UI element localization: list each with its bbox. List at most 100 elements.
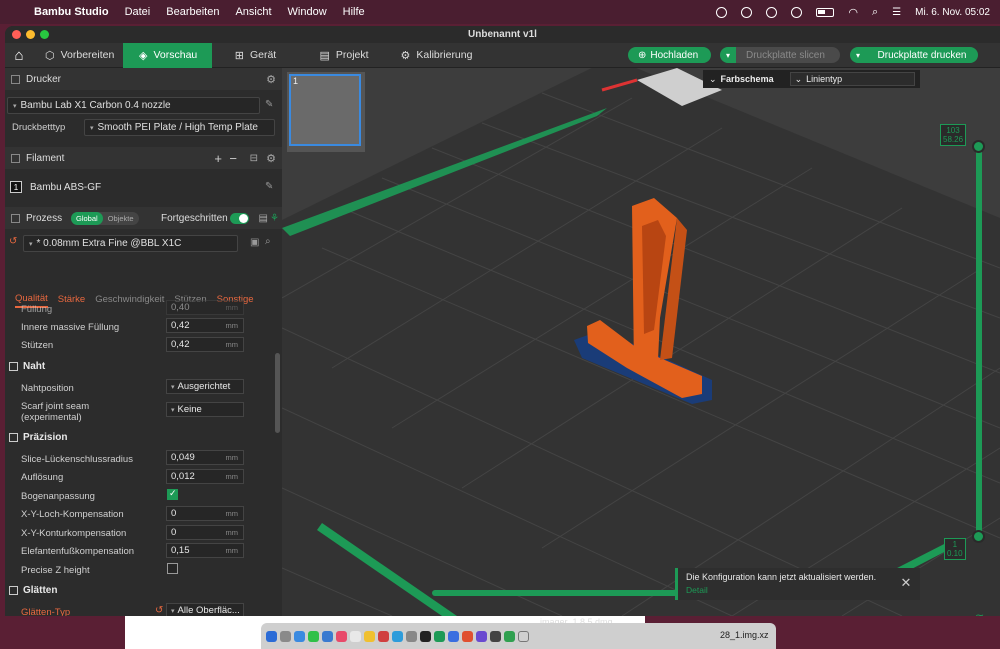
gear-icon[interactable]: ⚙ — [266, 152, 276, 165]
precise-z-checkbox[interactable] — [167, 563, 178, 574]
notification-detail-link[interactable]: Detail — [686, 585, 912, 595]
plate-thumbnail[interactable]: 1 — [287, 72, 365, 152]
search-icon[interactable]: ⌕ — [872, 6, 878, 19]
bambu-studio-icon[interactable] — [434, 630, 445, 642]
remove-filament-icon[interactable]: − — [229, 151, 237, 166]
ironing-type-select[interactable]: ▾ Alle Oberfläc... — [166, 603, 244, 616]
tab-calibration[interactable]: ⚙ Kalibrierung — [389, 43, 484, 68]
settings-tree-icon[interactable]: ⚘ — [270, 213, 279, 224]
calendar-icon[interactable] — [350, 630, 361, 642]
finder-icon[interactable] — [266, 630, 277, 642]
param-value-field[interactable]: 0,40 mm — [166, 300, 244, 315]
bed-type-select[interactable]: ▾ Smooth PEI Plate / High Temp Plate — [84, 119, 275, 136]
print-plate-button[interactable]: Druckplatte drucken — [866, 47, 978, 63]
global-objects-toggle[interactable]: Global Objekte — [71, 212, 139, 225]
slice-dropdown-button[interactable]: ▾ — [720, 47, 736, 63]
build-plate-scene — [282, 68, 1000, 616]
supports-field[interactable]: 0,42 mm — [166, 337, 244, 352]
app-icon[interactable] — [462, 630, 473, 642]
compass-icon[interactable] — [766, 6, 778, 18]
scarf-joint-select[interactable]: ▾ Keine — [166, 402, 244, 417]
app-icon[interactable] — [476, 630, 487, 642]
supports-label: Stützen — [21, 340, 54, 351]
music-icon[interactable] — [378, 630, 389, 642]
color-scheme-select[interactable]: ⌄ Linientyp — [789, 72, 915, 86]
slice-plate-button[interactable]: Druckplatte slicen — [736, 47, 840, 63]
notification-icon[interactable] — [741, 6, 753, 18]
terminal-icon[interactable] — [420, 630, 431, 642]
reset-icon[interactable]: ↺ — [9, 236, 17, 247]
vscode-icon[interactable] — [448, 630, 459, 642]
menu-edit[interactable]: Bearbeiten — [166, 6, 219, 18]
tab-strength[interactable]: Stärke — [58, 290, 85, 308]
objects-toggle-option[interactable]: Objekte — [103, 214, 139, 223]
chevron-down-icon[interactable]: ⌄ — [709, 74, 717, 85]
settings-icon[interactable] — [406, 630, 417, 642]
menu-window[interactable]: Window — [288, 6, 327, 18]
file-icon[interactable] — [518, 630, 529, 642]
tab-speed[interactable]: Geschwindigkeit — [95, 290, 164, 308]
layer-top-handle[interactable] — [972, 140, 985, 153]
layers-icon[interactable]: ≋ — [975, 611, 987, 616]
xy-contour-field[interactable]: 0 mm — [166, 525, 244, 540]
menu-help[interactable]: Hilfe — [343, 6, 365, 18]
elephant-foot-field[interactable]: 0,15 mm — [166, 543, 244, 558]
sidebar-scrollbar[interactable] — [275, 353, 280, 433]
upload-button[interactable]: ⊕ Hochladen — [628, 47, 711, 63]
gear-icon[interactable]: ⚙ — [266, 73, 276, 86]
home-icon[interactable]: ⌂ — [5, 43, 33, 68]
menu-file[interactable]: Datei — [125, 6, 151, 18]
close-window-button[interactable] — [12, 30, 21, 39]
launchpad-icon[interactable] — [280, 630, 291, 642]
add-filament-icon[interactable]: + — [214, 151, 222, 166]
status-icon[interactable] — [716, 6, 728, 18]
xy-hole-field[interactable]: 0 mm — [166, 506, 244, 521]
inner-solid-field[interactable]: 0,42 mm — [166, 318, 244, 333]
notes-icon[interactable] — [364, 630, 375, 642]
tab-prepare[interactable]: ⬡ Vorbereiten — [33, 43, 123, 68]
advanced-switch[interactable] — [230, 213, 249, 224]
resolution-field[interactable]: 0,012 mm — [166, 469, 244, 484]
seam-position-select[interactable]: ▾ Ausgerichtet — [166, 379, 244, 394]
close-icon[interactable]: ✕ — [898, 575, 914, 591]
zoom-window-button[interactable] — [40, 30, 49, 39]
tab-preview[interactable]: ◈ Vorschau — [123, 42, 212, 68]
process-profile-select[interactable]: ▾ * 0.08mm Extra Fine @BBL X1C — [23, 235, 238, 252]
printer-select[interactable]: ▾ Bambu Lab X1 Carbon 0.4 nozzle — [7, 97, 260, 114]
tab-device[interactable]: ⊞ Gerät — [212, 43, 299, 68]
photos-icon[interactable] — [336, 630, 347, 642]
battery-icon[interactable] — [816, 7, 835, 17]
edit-icon[interactable]: ✎ — [265, 99, 273, 110]
sync-icon[interactable]: ⊟ — [250, 153, 258, 164]
filament-select[interactable]: Bambu ABS-GF — [25, 179, 262, 196]
control-center-icon[interactable]: ☰ — [892, 7, 901, 18]
save-icon[interactable]: ▣ — [250, 237, 259, 248]
messages-icon[interactable] — [308, 630, 319, 642]
minimize-window-button[interactable] — [26, 30, 35, 39]
arc-fitting-checkbox[interactable] — [167, 488, 178, 500]
print-dropdown-button[interactable]: ▾ — [850, 47, 866, 63]
mail-icon[interactable] — [322, 630, 333, 642]
edit-icon[interactable]: ✎ — [265, 181, 273, 192]
safari-icon[interactable] — [294, 630, 305, 642]
slice-gap-field[interactable]: 0,049 mm — [166, 450, 244, 465]
3d-preview-viewport[interactable]: 1 ⌄ Farbschema ⌄ Linientyp 103 58.26 1 0… — [282, 68, 1000, 616]
search-icon[interactable]: ⌕ — [265, 236, 271, 247]
layer-bottom-handle[interactable] — [972, 530, 985, 543]
printer-section-header[interactable]: Drucker ⚙ — [5, 68, 282, 90]
plate-thumbnail-frame[interactable] — [289, 74, 361, 146]
wifi-icon[interactable]: ◠ — [848, 6, 858, 19]
clock[interactable]: Mi. 6. Nov. 05:02 — [915, 7, 990, 18]
play-icon[interactable] — [791, 6, 803, 18]
app-icon[interactable] — [504, 630, 515, 642]
global-toggle-option[interactable]: Global — [71, 212, 103, 225]
app-store-icon[interactable] — [392, 630, 403, 642]
app-menu[interactable]: Bambu Studio — [34, 6, 109, 18]
layer-range-slider[interactable] — [976, 146, 982, 536]
filament-section-header[interactable]: Filament + − ⊟ ⚙ — [5, 147, 282, 169]
app-icon[interactable] — [490, 630, 501, 642]
menu-view[interactable]: Ansicht — [235, 6, 271, 18]
compare-icon[interactable]: ▤ — [259, 213, 268, 224]
reset-icon[interactable]: ↺ — [155, 605, 163, 616]
tab-project[interactable]: ▤ Projekt — [299, 43, 389, 68]
